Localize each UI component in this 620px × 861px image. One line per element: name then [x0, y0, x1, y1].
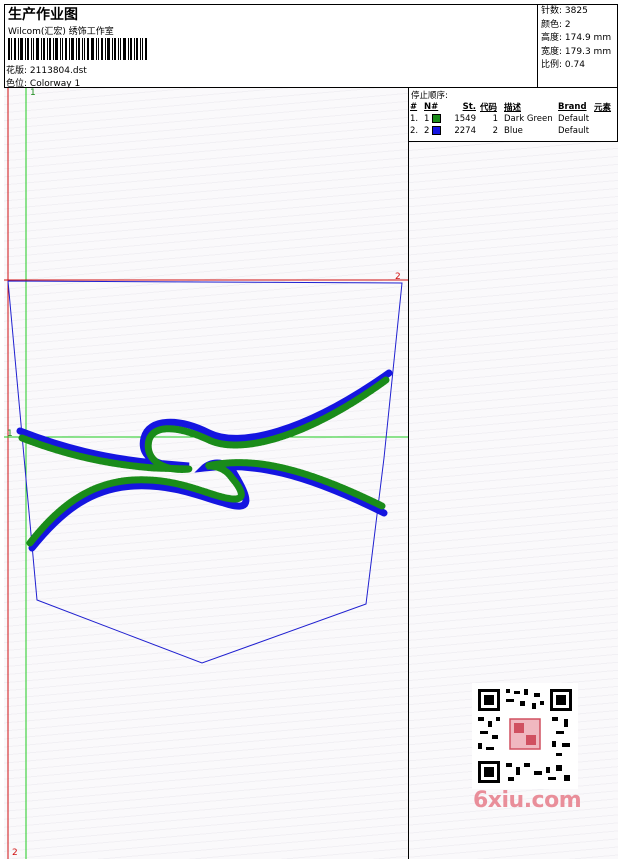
color-swatch-icon	[432, 114, 442, 123]
stat-colors-label: 颜色:	[541, 19, 563, 30]
design-filename: 2113804.dst	[29, 66, 87, 76]
watermark-logo: 6xiu.com	[473, 788, 582, 813]
stat-height-value: 174.9 mm	[564, 33, 612, 43]
col-number: N#	[424, 102, 439, 112]
guide-label-v1: 1	[30, 88, 36, 98]
qr-code-image	[472, 683, 578, 789]
stat-scale: 比例: 0.74	[541, 59, 618, 73]
guide-label-h2: 2	[395, 272, 401, 282]
design-label: 花版:	[6, 66, 28, 76]
stat-scale-label: 比例:	[541, 60, 563, 70]
studio-name: Wilcom(汇宏) 绣饰工作室	[8, 27, 114, 37]
col-brand: Brand	[558, 102, 587, 112]
col-index: #	[410, 102, 418, 112]
row-code: 1	[492, 114, 498, 124]
table-row[interactable]: 1. 1 1549 1 Dark Green Default	[410, 113, 614, 125]
row-brand: Default	[558, 126, 590, 136]
row-element	[594, 125, 614, 137]
guide-label-h1: 1	[7, 429, 13, 439]
row-description: Dark Green	[504, 114, 553, 124]
design-preview-svg: 1 2 1 2	[4, 88, 408, 859]
design-preview-canvas[interactable]: 1 2 1 2	[4, 88, 409, 859]
stat-height: 高度: 174.9 mm	[541, 32, 618, 46]
stat-colors: 颜色: 2	[541, 19, 618, 33]
col-description: 描述	[504, 103, 522, 113]
stat-scale-value: 0.74	[564, 60, 585, 70]
stat-width-value: 179.3 mm	[564, 46, 612, 57]
row-number-cell: 1	[424, 113, 452, 125]
row-index: 2.	[410, 126, 419, 136]
row-element	[594, 113, 614, 125]
stat-stitches: 针数: 3825	[541, 5, 618, 19]
row-number-cell: 2	[424, 125, 452, 137]
guide-label-v2: 2	[12, 848, 18, 858]
stat-height-label: 高度:	[541, 33, 563, 43]
barcode-image	[8, 38, 147, 60]
stat-stitches-value: 3825	[564, 6, 588, 16]
row-stitches: 2274	[454, 126, 476, 136]
stop-sequence-table: # N# St. 代码 描述 Brand 元素 1. 1 1549 1 Dark…	[410, 101, 614, 137]
table-row[interactable]: 2. 2 2274 2 Blue Default	[410, 125, 614, 137]
design-file-line: 花版: 2113804.dst	[6, 63, 87, 76]
row-index: 1.	[410, 114, 419, 124]
header-info: 生产作业图 Wilcom(汇宏) 绣饰工作室 花版: 2113804.dst 色…	[4, 4, 538, 89]
color-swatch-icon	[432, 126, 442, 135]
row-number: 2	[424, 126, 430, 136]
row-brand: Default	[558, 114, 590, 124]
stat-width: 宽度: 179.3 mm	[541, 46, 618, 60]
col-stitches: St.	[462, 102, 476, 112]
stat-stitches-label: 针数:	[541, 6, 563, 16]
upper-swoosh-green	[18, 376, 390, 473]
col-code: 代码	[480, 103, 498, 113]
stat-colors-value: 2	[564, 19, 571, 30]
lower-swoosh-blue	[28, 459, 388, 552]
row-number: 1	[424, 114, 430, 124]
row-description: Blue	[504, 126, 523, 136]
row-code: 2	[492, 126, 498, 136]
row-stitches: 1549	[454, 114, 476, 124]
stop-sequence-panel: 停止顺序: # N# St. 代码 描述 Brand 元素 1. 1 1549 …	[409, 88, 618, 142]
stop-table-header: # N# St. 代码 描述 Brand 元素	[410, 101, 614, 113]
pocket-outline	[7, 280, 403, 664]
design-stats: 针数: 3825 颜色: 2 高度: 174.9 mm 宽度: 179.3 mm…	[538, 4, 618, 88]
stop-sequence-title: 停止顺序:	[411, 91, 448, 101]
stat-width-label: 宽度:	[541, 46, 563, 57]
page-title: 生产作业图	[8, 7, 78, 23]
col-element: 元素	[594, 103, 612, 113]
